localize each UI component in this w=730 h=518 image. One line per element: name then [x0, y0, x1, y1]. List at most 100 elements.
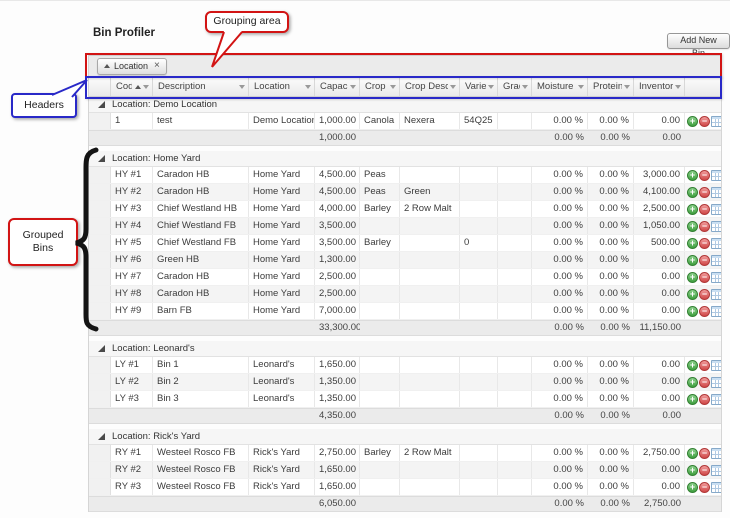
- remove-icon[interactable]: −: [699, 237, 710, 249]
- table-row[interactable]: HY #2 Caradon HB Home Yard 4,500.00 Peas Gree…: [89, 184, 721, 201]
- collapse-group-icon[interactable]: [98, 433, 105, 440]
- column-header-crop_desc[interactable]: Crop Desc: [400, 77, 460, 96]
- table-row[interactable]: RY #2 Westeel Rosco FB Rick's Yard 1,650.00…: [89, 462, 721, 479]
- remove-icon[interactable]: −: [699, 115, 710, 127]
- add-icon[interactable]: +: [687, 481, 698, 493]
- add-icon[interactable]: +: [687, 169, 698, 181]
- details-grid-icon[interactable]: [711, 186, 721, 198]
- add-icon[interactable]: +: [687, 237, 698, 249]
- add-icon[interactable]: +: [687, 254, 698, 266]
- group-header-row[interactable]: Location: Leonard's: [89, 341, 721, 357]
- add-icon[interactable]: +: [687, 115, 698, 127]
- add-icon[interactable]: +: [687, 220, 698, 232]
- column-menu-icon[interactable]: [675, 84, 681, 89]
- details-grid-icon[interactable]: [711, 203, 721, 215]
- table-row[interactable]: HY #5 Chief Westland FB Home Yard 3,500.00 B…: [89, 235, 721, 252]
- table-row[interactable]: HY #6 Green HB Home Yard 1,300.00 0.00 % 0.00…: [89, 252, 721, 269]
- column-header-variety[interactable]: Variety: [460, 77, 498, 96]
- table-row[interactable]: 1 test Demo Location 1,000.00 Canola Nexera 54…: [89, 113, 721, 130]
- add-icon[interactable]: +: [687, 393, 698, 405]
- remove-icon[interactable]: −: [699, 481, 710, 493]
- column-header-code[interactable]: Code: [111, 77, 153, 96]
- details-grid-icon[interactable]: [711, 481, 721, 493]
- column-menu-icon[interactable]: [143, 84, 149, 89]
- column-header-crop[interactable]: Crop: [360, 77, 400, 96]
- add-icon[interactable]: +: [687, 359, 698, 371]
- table-row[interactable]: HY #1 Caradon HB Home Yard 4,500.00 Peas 0.00…: [89, 167, 721, 184]
- column-menu-icon[interactable]: [578, 84, 584, 89]
- details-grid-icon[interactable]: [711, 359, 721, 371]
- remove-icon[interactable]: −: [699, 271, 710, 283]
- add-new-bin-button[interactable]: Add New Bin: [667, 33, 730, 58]
- details-grid-icon[interactable]: [711, 115, 721, 127]
- column-menu-icon[interactable]: [390, 84, 396, 89]
- column-menu-icon[interactable]: [488, 84, 494, 89]
- remove-icon[interactable]: −: [699, 288, 710, 300]
- grouping-bar[interactable]: Location ×: [89, 55, 721, 77]
- remove-icon[interactable]: −: [699, 169, 710, 181]
- table-row[interactable]: RY #3 Westeel Rosco FB Rick's Yard 1,650.00…: [89, 479, 721, 496]
- column-header-location[interactable]: Location: [249, 77, 315, 96]
- table-row[interactable]: HY #7 Caradon HB Home Yard 2,500.00 0.00 % 0.…: [89, 269, 721, 286]
- remove-icon[interactable]: −: [699, 254, 710, 266]
- add-icon[interactable]: +: [687, 376, 698, 388]
- collapse-group-icon[interactable]: [98, 155, 105, 162]
- remove-icon[interactable]: −: [699, 359, 710, 371]
- details-grid-icon[interactable]: [711, 447, 721, 459]
- details-grid-icon[interactable]: [711, 305, 721, 317]
- details-grid-icon[interactable]: [711, 376, 721, 388]
- group-header-row[interactable]: Location: Home Yard: [89, 151, 721, 167]
- add-icon[interactable]: +: [687, 447, 698, 459]
- column-header-moisture[interactable]: Moisture: [532, 77, 588, 96]
- column-header-protein[interactable]: Protein: [588, 77, 634, 96]
- group-header-row[interactable]: Location: Rick's Yard: [89, 429, 721, 445]
- remove-icon[interactable]: −: [699, 220, 710, 232]
- details-grid-icon[interactable]: [711, 464, 721, 476]
- table-row[interactable]: LY #2 Bin 2 Leonard's 1,350.00 0.00 % 0.00 % 0…: [89, 374, 721, 391]
- collapse-group-icon[interactable]: [98, 101, 105, 108]
- collapse-group-icon[interactable]: [98, 345, 105, 352]
- remove-icon[interactable]: −: [699, 186, 710, 198]
- group-header-row[interactable]: Location: Demo Location: [89, 97, 721, 113]
- cell-variety: [460, 218, 498, 234]
- add-icon[interactable]: +: [687, 464, 698, 476]
- group-chip-location[interactable]: Location ×: [97, 57, 167, 75]
- column-menu-icon[interactable]: [350, 84, 356, 89]
- column-menu-icon[interactable]: [239, 84, 245, 89]
- details-grid-icon[interactable]: [711, 169, 721, 181]
- sort-ascending-icon[interactable]: [104, 64, 110, 68]
- column-header-grade[interactable]: Grade: [498, 77, 532, 96]
- add-icon[interactable]: +: [687, 203, 698, 215]
- remove-icon[interactable]: −: [699, 203, 710, 215]
- column-menu-icon[interactable]: [305, 84, 311, 89]
- remove-icon[interactable]: −: [699, 393, 710, 405]
- column-header-capacity[interactable]: Capacity: [315, 77, 360, 96]
- table-row[interactable]: HY #3 Chief Westland HB Home Yard 4,000.00 B…: [89, 201, 721, 218]
- details-grid-icon[interactable]: [711, 237, 721, 249]
- table-row[interactable]: RY #1 Westeel Rosco FB Rick's Yard 2,750.00…: [89, 445, 721, 462]
- details-grid-icon[interactable]: [711, 393, 721, 405]
- add-icon[interactable]: +: [687, 271, 698, 283]
- remove-icon[interactable]: −: [699, 305, 710, 317]
- details-grid-icon[interactable]: [711, 220, 721, 232]
- table-row[interactable]: LY #3 Bin 3 Leonard's 1,350.00 0.00 % 0.00 % 0…: [89, 391, 721, 408]
- table-row[interactable]: LY #1 Bin 1 Leonard's 1,650.00 0.00 % 0.00 % 0…: [89, 357, 721, 374]
- column-menu-icon[interactable]: [624, 84, 630, 89]
- add-icon[interactable]: +: [687, 288, 698, 300]
- remove-icon[interactable]: −: [699, 376, 710, 388]
- column-header-description[interactable]: Description: [153, 77, 249, 96]
- table-row[interactable]: HY #4 Chief Westland FB Home Yard 3,500.00 0…: [89, 218, 721, 235]
- details-grid-icon[interactable]: [711, 254, 721, 266]
- remove-icon[interactable]: −: [699, 464, 710, 476]
- column-menu-icon[interactable]: [450, 84, 456, 89]
- remove-group-icon[interactable]: ×: [154, 61, 160, 71]
- table-row[interactable]: HY #8 Caradon HB Home Yard 2,500.00 0.00 % 0.…: [89, 286, 721, 303]
- remove-icon[interactable]: −: [699, 447, 710, 459]
- column-menu-icon[interactable]: [522, 84, 528, 89]
- details-grid-icon[interactable]: [711, 271, 721, 283]
- table-row[interactable]: HY #9 Barn FB Home Yard 7,000.00 0.00 % 0.00 …: [89, 303, 721, 320]
- column-header-inventory[interactable]: Inventory: [634, 77, 685, 96]
- add-icon[interactable]: +: [687, 305, 698, 317]
- add-icon[interactable]: +: [687, 186, 698, 198]
- details-grid-icon[interactable]: [711, 288, 721, 300]
